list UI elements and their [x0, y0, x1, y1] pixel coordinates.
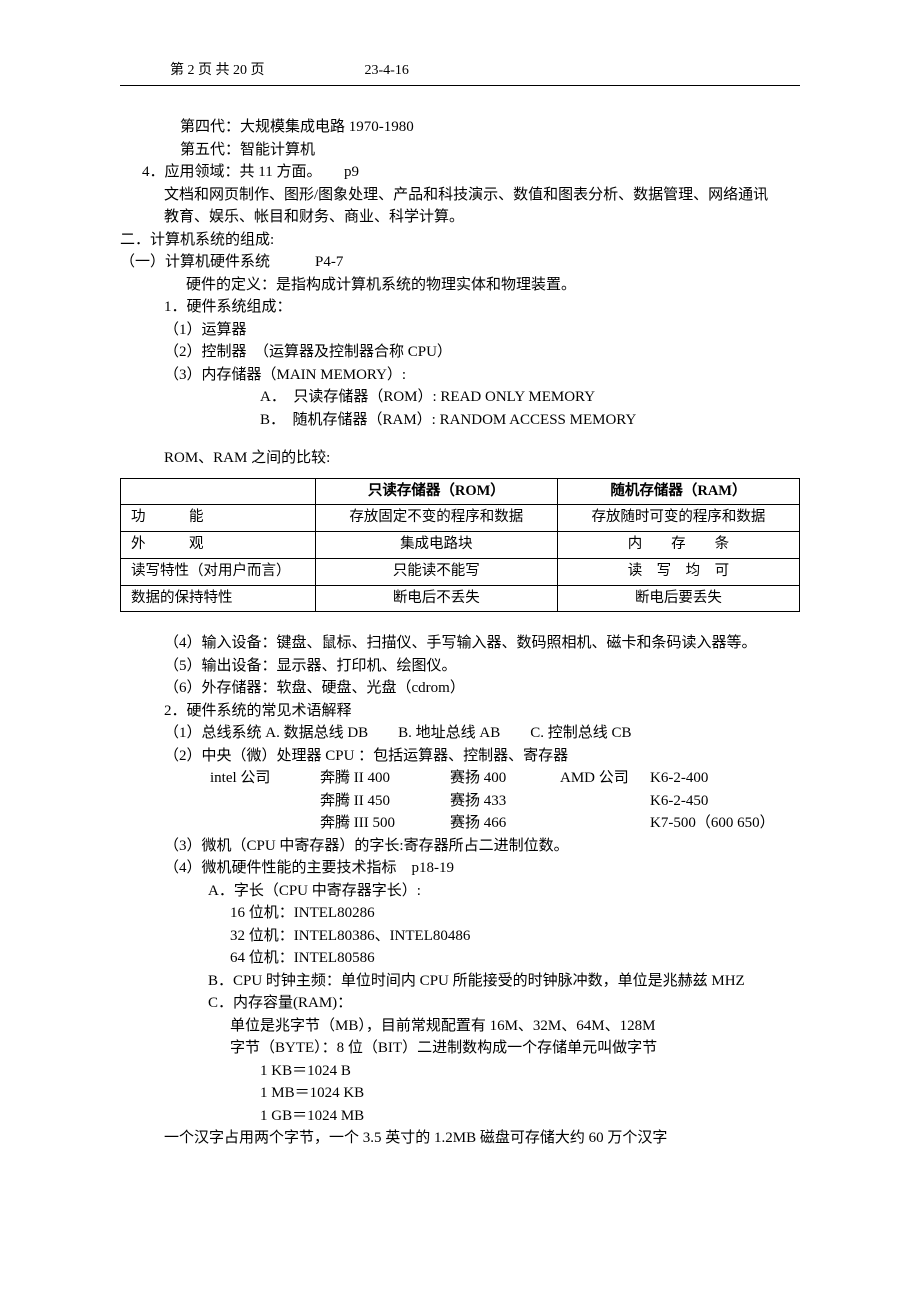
- hw1-3b: B． 随机存储器（RAM）: RANDOM ACCESS MEMORY: [120, 409, 800, 432]
- cpu-cell: 奔腾 II 450: [320, 790, 450, 813]
- table-cell: 存放固定不变的程序和数据: [315, 505, 557, 532]
- item-4: 4．应用领域：共 11 方面。 p9: [120, 161, 800, 184]
- table-cell: 只能读不能写: [315, 558, 557, 585]
- hw2-4a: A．字长（CPU 中寄存器字长）:: [120, 880, 800, 903]
- table-header-ram: 随机存储器（RAM）: [557, 478, 799, 505]
- rom-ram-title: ROM、RAM 之间的比较:: [120, 447, 800, 470]
- hw1-6: （6）外存储器：软盘、硬盘、光盘（cdrom）: [120, 677, 800, 700]
- content-top: 第四代：大规模集成电路 1970-1980 第五代：智能计算机: [120, 116, 800, 161]
- cpu-cell: [560, 812, 650, 835]
- rom-ram-table: 只读存储器（ROM） 随机存储器（RAM） 功 能 存放固定不变的程序和数据 存…: [120, 478, 800, 613]
- table-header-rom: 只读存储器（ROM）: [315, 478, 557, 505]
- hw2-4a1: 16 位机：INTEL80286: [120, 902, 800, 925]
- hw2-4c3: 1 KB＝1024 B: [120, 1060, 800, 1083]
- section-2-title: 二．计算机系统的组成:: [120, 229, 800, 252]
- table-cell: 功 能: [121, 505, 316, 532]
- hw2-4a2: 32 位机：INTEL80386、INTEL80486: [120, 925, 800, 948]
- hw2: 2．硬件系统的常见术语解释: [120, 700, 800, 723]
- hw2-4-last: 一个汉字占用两个字节，一个 3.5 英寸的 1.2MB 磁盘可存储大约 60 万…: [120, 1127, 800, 1150]
- hw2-4c4: 1 MB＝1024 KB: [120, 1082, 800, 1105]
- table-header-blank: [121, 478, 316, 505]
- table-row: 功 能 存放固定不变的程序和数据 存放随时可变的程序和数据: [121, 505, 800, 532]
- cpu-cell: intel 公司: [210, 767, 320, 790]
- page-header: 第 2 页 共 20 页 23-4-16: [120, 60, 800, 86]
- hw-def: 硬件的定义：是指构成计算机系统的物理实体和物理装置。: [120, 274, 800, 297]
- hw1-5: （5）输出设备：显示器、打印机、绘图仪。: [120, 655, 800, 678]
- cpu-cell: [560, 790, 650, 813]
- cpu-cell: 赛扬 433: [450, 790, 560, 813]
- cpu-cell: [210, 812, 320, 835]
- cpu-cell: K6-2-400: [650, 767, 790, 790]
- table-cell: 断电后要丢失: [557, 585, 799, 612]
- hw1-2: （2）控制器 （运算器及控制器合称 CPU）: [120, 341, 800, 364]
- hw1-4: （4）输入设备：键盘、鼠标、扫描仪、手写输入器、数码照相机、磁卡和条码读入器等。: [120, 632, 800, 655]
- table-cell: 集成电路块: [315, 532, 557, 559]
- hw2-4c1: 单位是兆字节（MB），目前常规配置有 16M、32M、64M、128M: [120, 1015, 800, 1038]
- table-cell: 数据的保持特性: [121, 585, 316, 612]
- cpu-cell: AMD 公司: [560, 767, 650, 790]
- item-4-line1: 文档和网页制作、图形/图象处理、产品和科技演示、数值和图表分析、数据管理、网络通…: [120, 184, 800, 207]
- cpu-grid: intel 公司 奔腾 II 400 赛扬 400 AMD 公司 K6-2-40…: [120, 767, 800, 835]
- hw2-4c5: 1 GB＝1024 MB: [120, 1105, 800, 1128]
- cpu-cell: 赛扬 466: [450, 812, 560, 835]
- gen4-line: 第四代：大规模集成电路 1970-1980: [180, 116, 800, 139]
- table-row: 外 观 集成电路块 内 存 条: [121, 532, 800, 559]
- hw2-3: （3）微机（CPU 中寄存器）的字长:寄存器所占二进制位数。: [120, 835, 800, 858]
- table-cell: 断电后不丢失: [315, 585, 557, 612]
- hw2-4c2: 字节（BYTE）：8 位（BIT）二进制数构成一个存储单元叫做字节: [120, 1037, 800, 1060]
- content-body: 4．应用领域：共 11 方面。 p9 文档和网页制作、图形/图象处理、产品和科技…: [120, 161, 800, 1150]
- cpu-cell: 赛扬 400: [450, 767, 560, 790]
- hw2-4c: C．内存容量(RAM)：: [120, 992, 800, 1015]
- hw1-3a: A． 只读存储器（ROM）: READ ONLY MEMORY: [120, 386, 800, 409]
- hw2-1: （1）总线系统 A. 数据总线 DB B. 地址总线 AB C. 控制总线 CB: [120, 722, 800, 745]
- table-header-row: 只读存储器（ROM） 随机存储器（RAM）: [121, 478, 800, 505]
- hw2-4a3: 64 位机：INTEL80586: [120, 947, 800, 970]
- hw2-4b: B．CPU 时钟主频：单位时间内 CPU 所能接受的时钟脉冲数，单位是兆赫兹 M…: [120, 970, 800, 993]
- table-cell: 读写特性（对用户而言）: [121, 558, 316, 585]
- hw1-3: （3）内存储器（MAIN MEMORY）:: [120, 364, 800, 387]
- table-cell: 外 观: [121, 532, 316, 559]
- header-date: 23-4-16: [365, 60, 409, 81]
- cpu-cell: K6-2-450: [650, 790, 790, 813]
- page-number: 第 2 页 共 20 页: [170, 60, 265, 81]
- hw1: 1．硬件系统组成：: [120, 296, 800, 319]
- cpu-cell: 奔腾 III 500: [320, 812, 450, 835]
- section-2-sub1: （一）计算机硬件系统 P4-7: [120, 251, 800, 274]
- hw2-4: （4）微机硬件性能的主要技术指标 p18-19: [120, 857, 800, 880]
- cpu-cell: K7-500（600 650）: [650, 812, 790, 835]
- hw2-2: （2）中央（微）处理器 CPU ：包括运算器、控制器、寄存器: [120, 745, 800, 768]
- cpu-cell: [210, 790, 320, 813]
- table-cell: 内 存 条: [557, 532, 799, 559]
- table-row: 数据的保持特性 断电后不丢失 断电后要丢失: [121, 585, 800, 612]
- table-cell: 读 写 均 可: [557, 558, 799, 585]
- table-row: 读写特性（对用户而言） 只能读不能写 读 写 均 可: [121, 558, 800, 585]
- page: 第 2 页 共 20 页 23-4-16 第四代：大规模集成电路 1970-19…: [0, 0, 920, 1302]
- cpu-cell: 奔腾 II 400: [320, 767, 450, 790]
- gen5-line: 第五代：智能计算机: [180, 139, 800, 162]
- item-4-line2: 教育、娱乐、帐目和财务、商业、科学计算。: [120, 206, 800, 229]
- table-cell: 存放随时可变的程序和数据: [557, 505, 799, 532]
- hw1-1: （1）运算器: [120, 319, 800, 342]
